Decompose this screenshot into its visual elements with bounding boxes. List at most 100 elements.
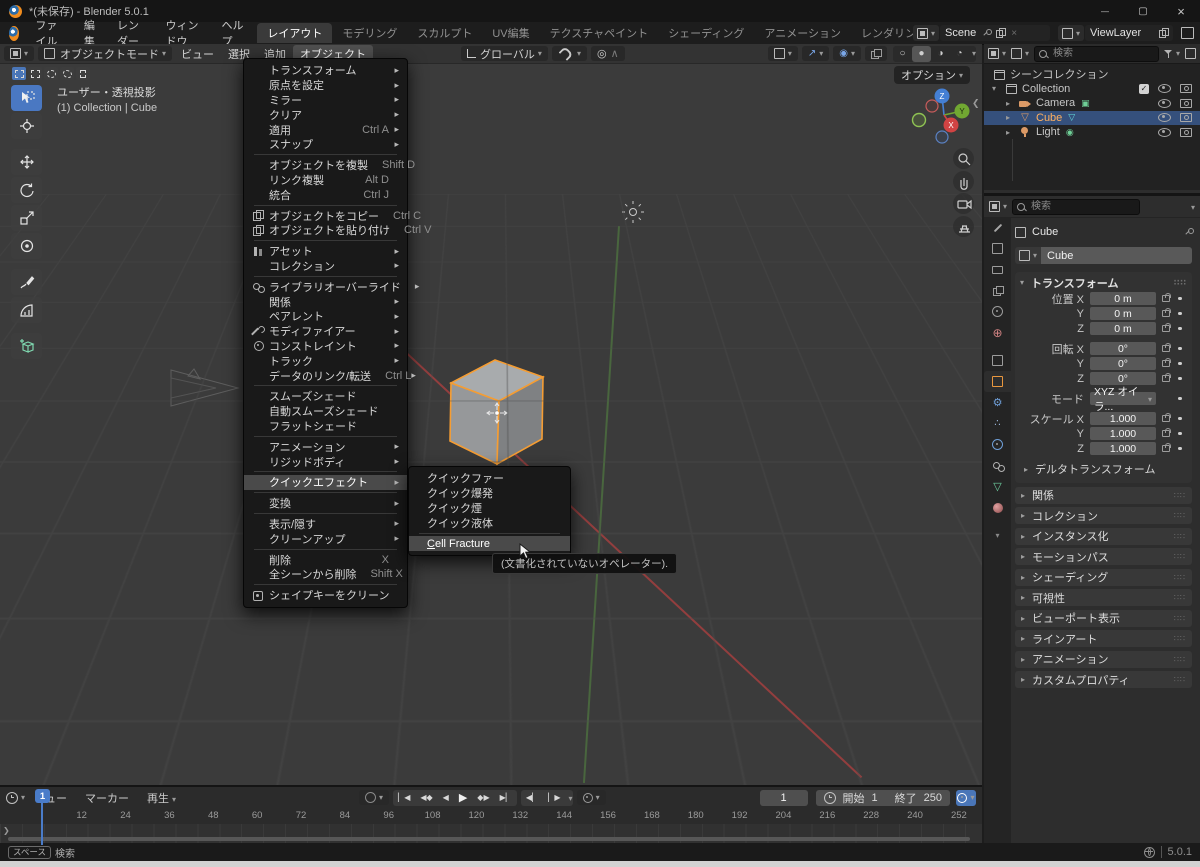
- properties-editor-type[interactable]: [989, 201, 1007, 212]
- measure-tool[interactable]: [11, 297, 42, 323]
- menu-item[interactable]: 統合 Ctrl J ▸: [244, 187, 407, 202]
- box-select-icon[interactable]: [28, 67, 42, 80]
- animate-dot[interactable]: [1178, 347, 1182, 351]
- cursor-tool[interactable]: [11, 113, 42, 139]
- menu-item[interactable]: ミラー ▸: [244, 93, 407, 108]
- menu-item[interactable]: トラック ▸: [244, 353, 407, 368]
- intersect-select-icon[interactable]: [76, 67, 90, 80]
- menu-item[interactable]: オブジェクトを貼り付け Ctrl V ▸: [244, 223, 407, 238]
- menu-item[interactable]: 原点を設定 ▸: [244, 78, 407, 93]
- menu-item[interactable]: 表示/隠す ▸: [244, 517, 407, 532]
- render-visibility-icon[interactable]: [1180, 99, 1192, 108]
- expand-caret-icon[interactable]: ▸: [1006, 113, 1018, 122]
- lock-icon[interactable]: [1162, 415, 1170, 422]
- object-name-field[interactable]: Cube: [1041, 247, 1192, 264]
- light-object[interactable]: [620, 199, 646, 225]
- panel-drag-dots[interactable]: ∷∷: [1174, 614, 1186, 623]
- collapsed-panel[interactable]: ▸ コレクション ∷∷: [1015, 507, 1192, 524]
- menu-item[interactable]: 全シーンから削除 Shift X ▸: [244, 567, 407, 582]
- animate-dot[interactable]: [1178, 312, 1182, 316]
- menu-item[interactable]: 関係 ▸: [244, 294, 407, 309]
- outliner-search-input[interactable]: [1051, 47, 1154, 60]
- annotate-tool[interactable]: [11, 269, 42, 295]
- modifier-properties-tab[interactable]: ⚙: [984, 392, 1011, 413]
- pin-icon[interactable]: [982, 29, 990, 37]
- submenu-item[interactable]: クイック煙 ▸: [409, 501, 570, 516]
- collapsed-panel[interactable]: ▸ シェーディング ∷∷: [1015, 569, 1192, 586]
- playhead[interactable]: 1: [35, 789, 50, 803]
- panel-drag-dots[interactable]: ∷∷: [1174, 675, 1186, 684]
- lasso-select-icon[interactable]: [60, 67, 74, 80]
- render-visibility-icon[interactable]: [1180, 84, 1192, 93]
- panel-drag-dots[interactable]: ∷∷: [1174, 552, 1186, 561]
- rotation-x-field[interactable]: 0°: [1090, 342, 1156, 355]
- circle-select-icon[interactable]: [44, 67, 58, 80]
- collection-properties-tab[interactable]: [984, 350, 1011, 371]
- timeline-scrollbar[interactable]: [8, 837, 970, 841]
- timeline-menu[interactable]: ビュー: [25, 790, 76, 806]
- editor-type-button[interactable]: [4, 46, 34, 61]
- new-viewlayer-icon[interactable]: [1159, 28, 1168, 38]
- snap-dropdown[interactable]: [552, 46, 587, 61]
- jump-to-start-button[interactable]: [393, 793, 415, 802]
- step-forward-button[interactable]: [543, 793, 565, 802]
- physics-properties-tab[interactable]: [984, 434, 1011, 455]
- timeline-menu[interactable]: マーカー: [76, 790, 138, 806]
- viewport-menu[interactable]: ビュー: [174, 45, 221, 63]
- data-properties-tab[interactable]: ▽: [984, 476, 1011, 497]
- timeline-channel-area[interactable]: [0, 824, 982, 845]
- object-properties-tab[interactable]: [984, 371, 1011, 392]
- workspace-tab[interactable]: モデリング: [332, 23, 407, 43]
- play-button[interactable]: [454, 791, 472, 804]
- properties-search[interactable]: [1012, 199, 1140, 215]
- workspace-tab[interactable]: シェーディング: [658, 23, 754, 43]
- properties-search-input[interactable]: [1029, 200, 1135, 213]
- menu-item[interactable]: トランスフォーム ▸: [244, 63, 407, 78]
- remove-viewlayer-icon[interactable]: [1181, 27, 1194, 39]
- menu-item[interactable]: データのリンク/転送 Ctrl L ▸: [244, 368, 407, 383]
- camera-row[interactable]: ▸ Camera ▣: [984, 96, 1200, 111]
- panel-drag-dots[interactable]: ∷∷: [1174, 573, 1186, 582]
- outliner-display-mode[interactable]: [988, 48, 1006, 59]
- viewlayer-field[interactable]: ViewLayer: [1085, 25, 1173, 41]
- panel-drag-dots[interactable]: ∷∷: [1174, 634, 1186, 643]
- lock-icon[interactable]: [1162, 445, 1170, 452]
- maximize-button[interactable]: [1124, 0, 1162, 22]
- render-visibility-icon[interactable]: [1180, 128, 1192, 137]
- playhead-line[interactable]: [41, 803, 43, 845]
- scene-field[interactable]: Scene ×: [940, 25, 1050, 41]
- animate-dot[interactable]: [1178, 362, 1182, 366]
- timeline-view-button[interactable]: [956, 790, 976, 806]
- solid-shading-button[interactable]: ●: [912, 46, 931, 62]
- menu-item[interactable]: オブジェクトを複製 Shift D ▸: [244, 158, 407, 173]
- xray-toggle[interactable]: [865, 46, 887, 61]
- step-back-button[interactable]: [521, 793, 543, 802]
- cube-row-selected[interactable]: ▸ ▽ Cube ▽: [984, 111, 1200, 126]
- delta-transform-subpanel[interactable]: ▸デルタトランスフォーム: [1020, 461, 1187, 477]
- constraints-properties-tab[interactable]: [984, 455, 1011, 476]
- hide-eye-icon[interactable]: [1158, 99, 1171, 108]
- material-shading-button[interactable]: ◑: [931, 46, 950, 62]
- menu-item[interactable]: フラットシェード ▸: [244, 419, 407, 434]
- step-options-dropdown[interactable]: [566, 792, 573, 804]
- menu-item[interactable]: オブジェクトをコピー Ctrl C ▸: [244, 208, 407, 223]
- delete-scene-icon[interactable]: ×: [1011, 28, 1017, 39]
- camera-view-button[interactable]: [953, 193, 974, 214]
- end-frame-field[interactable]: 250: [924, 792, 942, 804]
- menu-item[interactable]: 自動スムーズシェード ▸: [244, 404, 407, 419]
- animate-dot[interactable]: [1178, 447, 1182, 451]
- collapsed-panel[interactable]: ▸ 関係 ∷∷: [1015, 487, 1192, 504]
- workspace-tab[interactable]: テクスチャペイント: [540, 23, 659, 43]
- pan-hand-button[interactable]: [953, 171, 974, 192]
- lock-icon[interactable]: [1162, 295, 1170, 302]
- rotation-mode-dropdown[interactable]: XYZ オイラ...: [1090, 392, 1156, 405]
- animate-dot[interactable]: [1178, 377, 1182, 381]
- collapsed-panel[interactable]: ▸ ビューポート表示 ∷∷: [1015, 610, 1192, 627]
- current-frame-field[interactable]: 1: [760, 790, 808, 806]
- location-y-field[interactable]: 0 m: [1090, 307, 1156, 320]
- collection-checkbox[interactable]: ✓: [1139, 84, 1149, 94]
- viewlayer-dropdown[interactable]: [1058, 25, 1084, 41]
- animate-dot[interactable]: [1178, 432, 1182, 436]
- panel-drag-dots[interactable]: ∷∷: [1174, 491, 1186, 500]
- properties-options-dropdown[interactable]: [1188, 201, 1195, 213]
